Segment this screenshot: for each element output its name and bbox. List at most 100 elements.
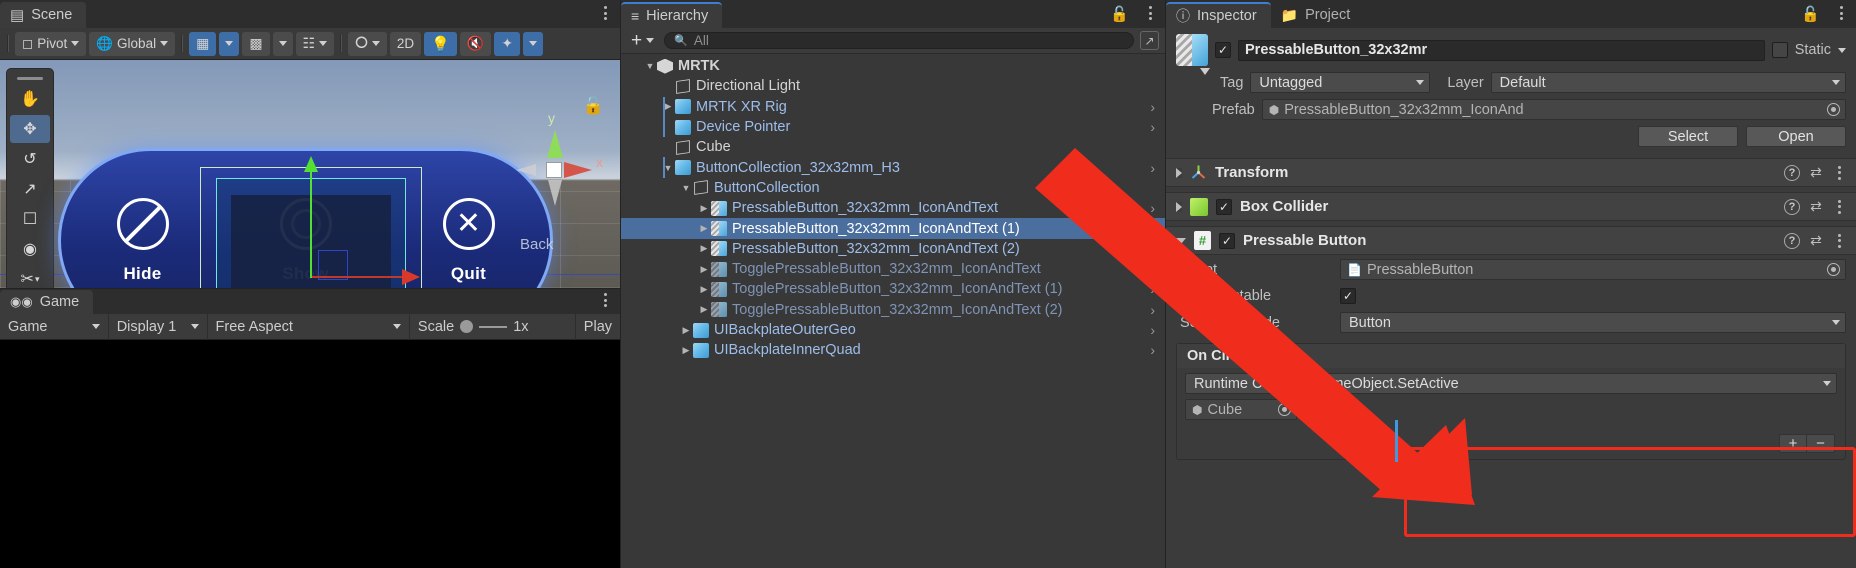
axis-center-handle[interactable]: [546, 162, 562, 178]
component-options-kebab[interactable]: [1832, 198, 1846, 216]
object-picker-icon[interactable]: [1827, 263, 1840, 276]
lock-icon[interactable]: 🔓: [583, 96, 604, 116]
magnet-snap-dropdown[interactable]: [272, 31, 293, 56]
preset-icon[interactable]: ⇄: [1808, 164, 1824, 181]
custom-tool[interactable]: ✂ ▾: [10, 265, 50, 288]
scene-viewport[interactable]: ✋ ✥ ↺ ↗ ☐ ◉ ✂▾ △ Hide Show: [0, 60, 620, 288]
tag-dropdown[interactable]: Untagged: [1250, 72, 1431, 93]
transform-tool[interactable]: ◉: [10, 235, 50, 263]
twod-toggle[interactable]: 2D: [389, 31, 422, 56]
box-collider-enabled-checkbox[interactable]: ✓: [1216, 198, 1232, 215]
object-name-field[interactable]: PressableButton_32x32mr: [1238, 39, 1765, 61]
hierarchy-row[interactable]: ▶ MRTK XR Rig ›: [621, 96, 1165, 117]
hierarchy-row[interactable]: Directional Light: [621, 76, 1165, 96]
gizmo-x-axis[interactable]: [312, 269, 420, 285]
pressable-button-enabled-checkbox[interactable]: ✓: [1219, 232, 1235, 249]
game-scale-slider[interactable]: Scale 1x: [410, 313, 576, 340]
draw-mode-dropdown[interactable]: ⭘: [348, 31, 387, 56]
hierarchy-row[interactable]: ▼ ButtonCollection: [621, 178, 1165, 198]
prefab-object-field[interactable]: ⬢ PressableButton_32x32mm_IconAnd: [1261, 99, 1846, 120]
audio-toggle[interactable]: 🔇: [459, 31, 492, 56]
chevron-right-icon[interactable]: [1176, 201, 1182, 212]
grid-snap-dropdown[interactable]: [219, 31, 240, 56]
preset-icon[interactable]: ⇄: [1808, 198, 1824, 215]
hierarchy-row-select-chevron[interactable]: ›: [1150, 221, 1155, 237]
move-tool[interactable]: ✥: [10, 115, 50, 143]
target-object-field[interactable]: ⬢ Cube: [1185, 399, 1297, 420]
hierarchy-row[interactable]: ▶ UIBackplateOuterGeo ›: [621, 320, 1165, 340]
game-aspect-dropdown[interactable]: Free Aspect: [208, 313, 410, 340]
chevron-right-icon[interactable]: ▶: [697, 304, 711, 315]
component-options-kebab[interactable]: [1832, 164, 1846, 182]
scene-view-axis-gizmo[interactable]: y x: [508, 110, 603, 214]
rect-tool[interactable]: ☐: [10, 205, 50, 233]
hierarchy-row-select-chevron[interactable]: ›: [1150, 281, 1155, 297]
selection-mode-dropdown[interactable]: Button: [1340, 312, 1846, 333]
hierarchy-row[interactable]: ▶ PressableButton_32x32mm_IconAndText (2)…: [621, 239, 1165, 259]
hierarchy-row-select-chevron[interactable]: ›: [1150, 261, 1155, 277]
component-box-collider[interactable]: ✓ Box Collider ? ⇄: [1166, 192, 1856, 221]
grid-snap-toggle[interactable]: ▦: [189, 31, 217, 56]
object-picker-icon[interactable]: [1827, 103, 1840, 116]
setactive-argument-checkbox[interactable]: ✓: [1303, 401, 1319, 418]
hierarchy-row-select-chevron[interactable]: ›: [1150, 160, 1155, 176]
effects-dropdown-caret[interactable]: [523, 31, 544, 56]
function-dropdown[interactable]: GameObject.SetActive: [1303, 373, 1837, 394]
hierarchy-row[interactable]: ▶ TogglePressableButton_32x32mm_IconAndTe…: [621, 300, 1165, 320]
help-icon[interactable]: ?: [1784, 232, 1800, 249]
component-options-kebab[interactable]: [1832, 232, 1846, 250]
help-icon[interactable]: ?: [1784, 164, 1800, 181]
hand-tool[interactable]: ✋: [10, 85, 50, 113]
axis-x-neg-cone[interactable]: [516, 164, 536, 176]
rotate-tool[interactable]: ↺: [10, 145, 50, 173]
chevron-right-icon[interactable]: ▶: [679, 345, 693, 356]
game-options-kebab[interactable]: [598, 291, 612, 309]
runtime-mode-dropdown[interactable]: Runtime C: [1185, 373, 1297, 394]
axis-y-cone[interactable]: [547, 130, 563, 158]
is-interactable-checkbox[interactable]: ✓: [1340, 288, 1356, 304]
hierarchy-search-input[interactable]: 🔍 All: [664, 32, 1134, 49]
hierarchy-tree[interactable]: ▼ MRTK Directional Light ▶ MRTK XR Rig › Devic…: [621, 54, 1165, 568]
layer-dropdown[interactable]: Default: [1490, 72, 1846, 93]
remove-listener-button[interactable]: −: [1807, 434, 1835, 453]
tab-inspector[interactable]: ⓘ Inspector: [1166, 2, 1271, 28]
hierarchy-row[interactable]: ▶ PressableButton_32x32mm_IconAndText (1)…: [621, 218, 1165, 239]
hierarchy-row-select-chevron[interactable]: ›: [1150, 322, 1155, 338]
hierarchy-row[interactable]: ▼ ButtonCollection_32x32mm_H3 ›: [621, 157, 1165, 178]
chevron-down-icon[interactable]: [1838, 47, 1846, 53]
global-dropdown[interactable]: 🌐 Global: [89, 31, 176, 56]
hierarchy-row[interactable]: Device Pointer ›: [621, 116, 1165, 138]
hierarchy-row-select-chevron[interactable]: ›: [1150, 342, 1155, 358]
add-listener-button[interactable]: +: [1779, 434, 1807, 453]
lock-open-icon[interactable]: 🔓: [1110, 5, 1129, 23]
hierarchy-row[interactable]: Cube: [621, 137, 1165, 157]
axis-y-neg-cone[interactable]: [548, 180, 562, 206]
hierarchy-options-kebab[interactable]: [1143, 4, 1157, 22]
ruler-dropdown[interactable]: ☷: [295, 31, 335, 56]
axis-x-cone[interactable]: [564, 162, 592, 178]
chevron-right-icon[interactable]: ▶: [697, 284, 711, 295]
inspector-options-kebab[interactable]: [1834, 4, 1848, 22]
chevron-right-icon[interactable]: ▶: [679, 325, 693, 336]
open-button[interactable]: Open: [1746, 126, 1846, 147]
chevron-down-icon[interactable]: [1176, 237, 1186, 244]
slider-handle[interactable]: [460, 320, 474, 333]
effects-dropdown[interactable]: ✦: [494, 31, 521, 56]
chevron-right-icon[interactable]: ▶: [697, 223, 711, 234]
component-pressable-button[interactable]: # ✓ Pressable Button ? ⇄: [1166, 226, 1856, 255]
hierarchy-row[interactable]: ▼ MRTK: [621, 56, 1165, 76]
component-transform[interactable]: Transform ? ⇄: [1166, 158, 1856, 187]
chevron-down-icon[interactable]: ▼: [679, 183, 693, 193]
magnet-snap-toggle[interactable]: ▩: [242, 31, 270, 56]
hierarchy-row-select-chevron[interactable]: ›: [1150, 200, 1155, 216]
scale-tool[interactable]: ↗: [10, 175, 50, 203]
object-picker-icon[interactable]: [1278, 403, 1291, 416]
game-viewport[interactable]: [0, 340, 620, 568]
game-display-dropdown[interactable]: Display 1: [109, 313, 208, 340]
chevron-right-icon[interactable]: ▶: [697, 264, 711, 275]
hierarchy-row-select-chevron[interactable]: ›: [1150, 302, 1155, 318]
hierarchy-row-select-chevron[interactable]: ›: [1150, 99, 1155, 115]
gizmo-y-axis[interactable]: [304, 156, 318, 278]
chevron-right-icon[interactable]: [1176, 167, 1182, 178]
hierarchy-row[interactable]: ▶ UIBackplateInnerQuad ›: [621, 340, 1165, 360]
